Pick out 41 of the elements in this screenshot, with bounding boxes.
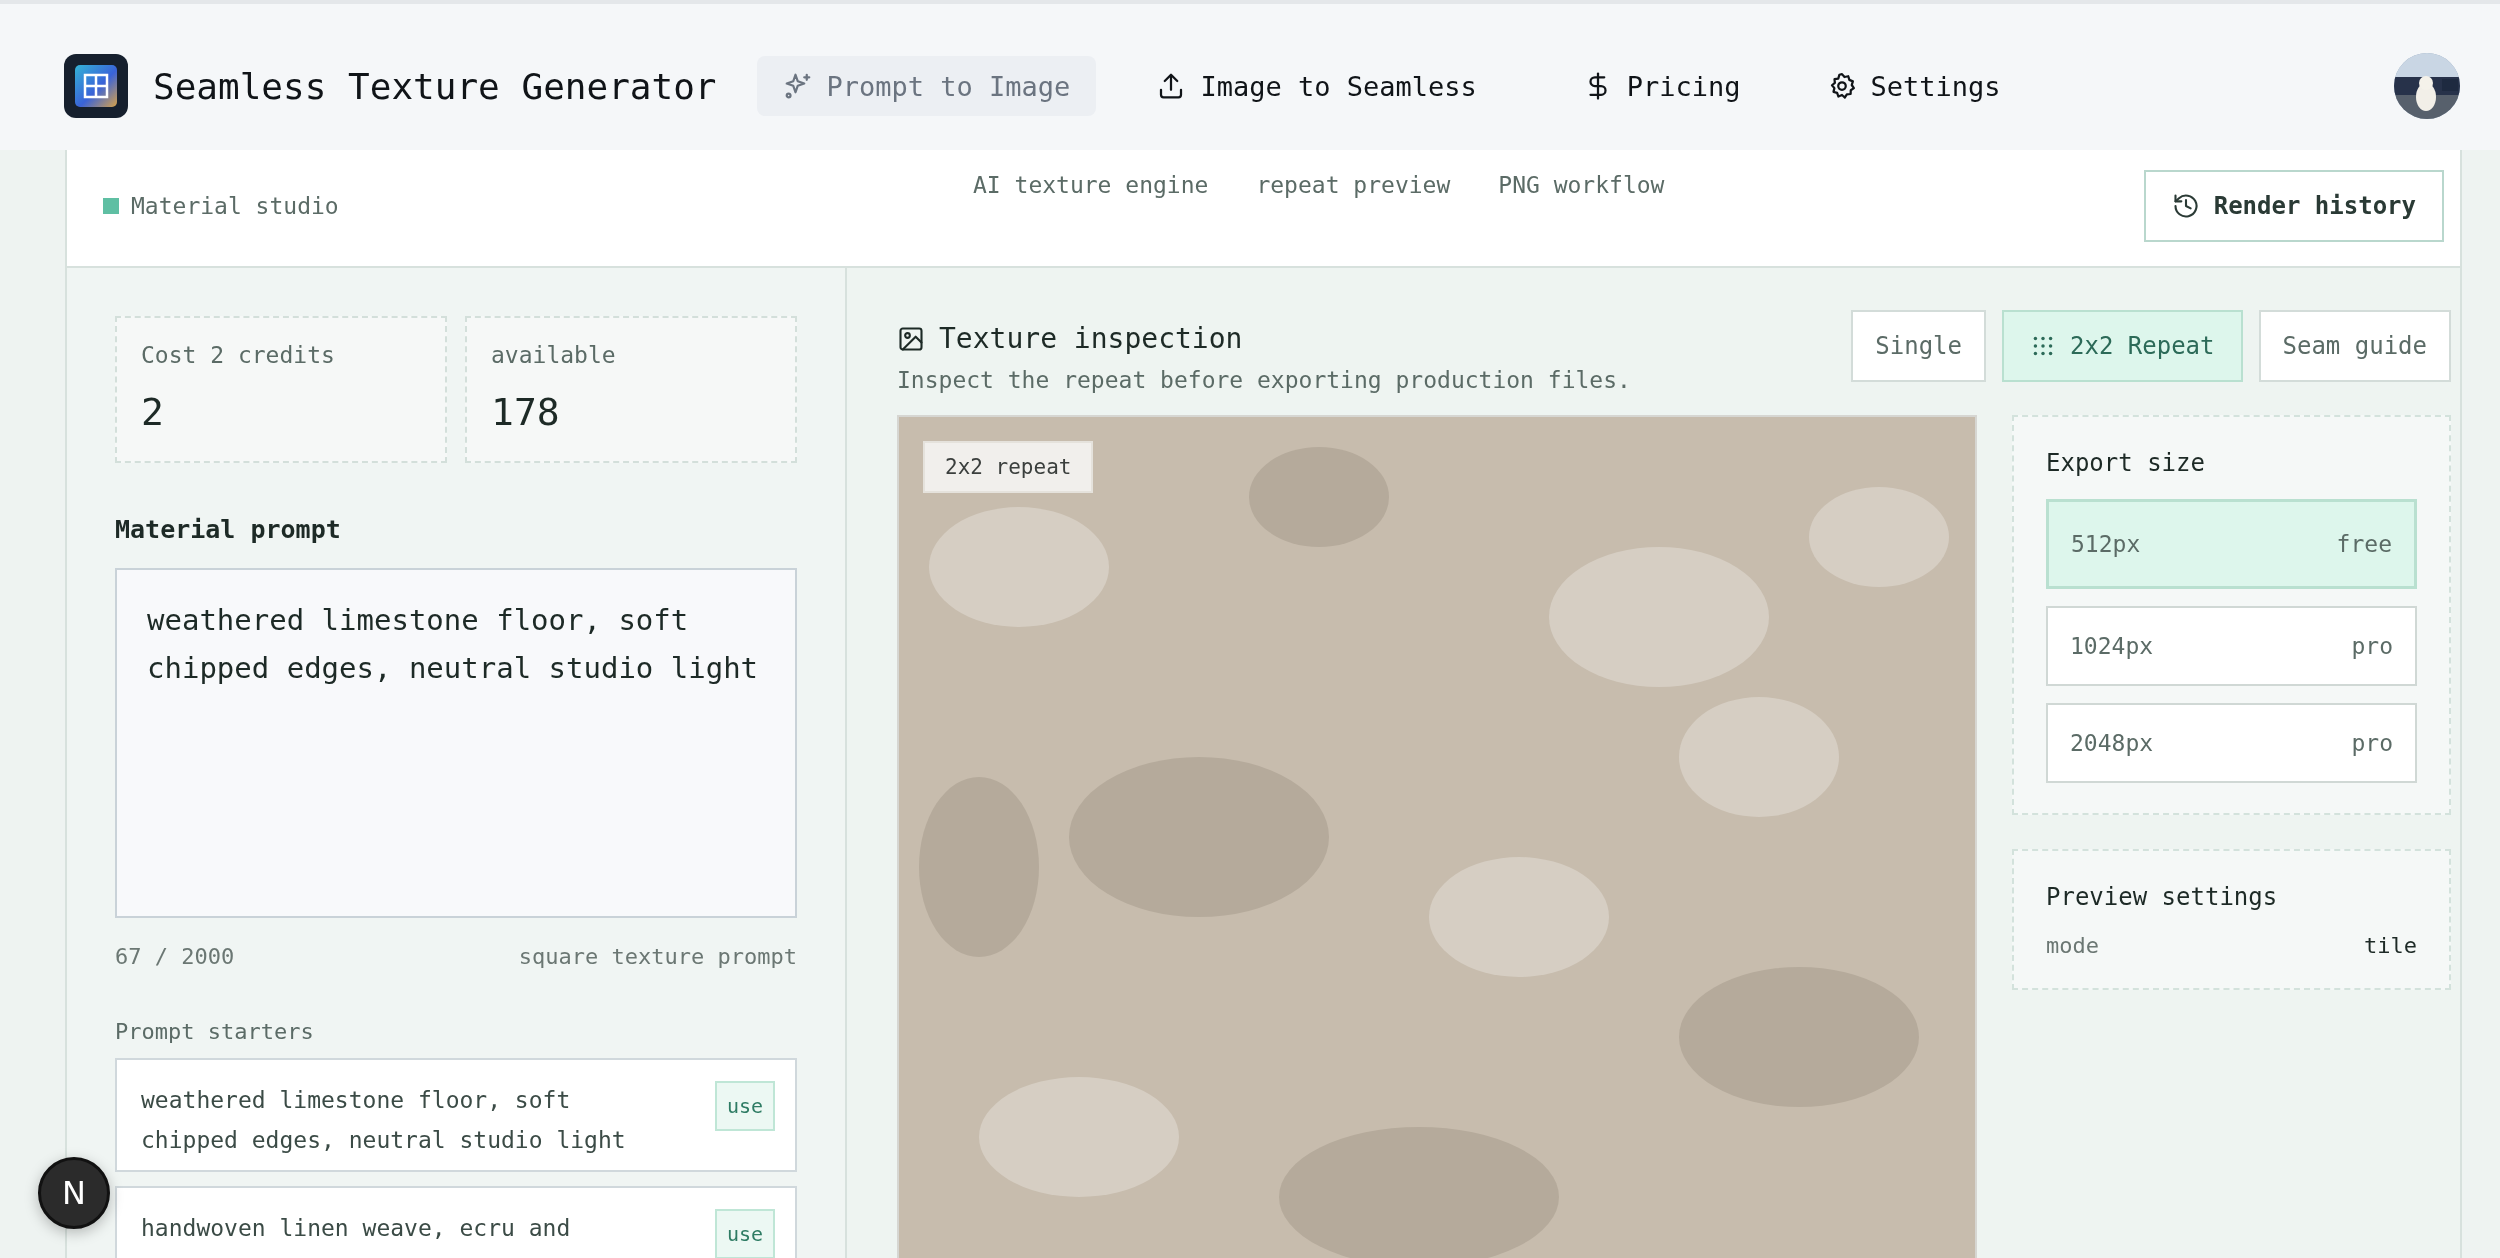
view-mode-button[interactable]: Seam guide — [2258, 310, 2451, 382]
use-button[interactable]: use — [714, 1081, 775, 1131]
feature-tag: repeat preview — [1256, 172, 1451, 198]
setting-value: tile — [2364, 933, 2417, 958]
card-title: Preview settings — [2046, 883, 2279, 911]
stat-value: 2 — [141, 390, 165, 434]
nav-tab[interactable]: Image to Seamless — [1130, 56, 1503, 116]
status-square — [103, 198, 119, 214]
view-mode-button[interactable]: 2x2 Repeat — [2002, 310, 2243, 382]
history-icon — [2171, 192, 2200, 220]
card-title: Export size — [2046, 449, 2206, 477]
app-logo[interactable] — [64, 54, 128, 118]
studio-label: Material studio — [131, 193, 339, 219]
stat-label: available — [491, 342, 617, 368]
dev-tools-button[interactable]: N — [38, 1157, 110, 1229]
prompt-field[interactable]: weathered limestone floor, soft chipped edges, neutral studio light — [115, 568, 797, 918]
nav-tab[interactable]: Prompt to Image — [756, 56, 1097, 116]
view-mode-button[interactable]: Single — [1851, 310, 1986, 382]
feature-tag: PNG workflow — [1498, 172, 1665, 198]
size-option[interactable]: 2048px pro — [2046, 703, 2417, 783]
feature-tag: AI texture engine — [973, 172, 1209, 198]
nav-tab[interactable]: Settings — [1800, 56, 2027, 116]
app-title: Seamless Texture Generator — [153, 65, 717, 107]
size-option[interactable]: 512px free — [2046, 499, 2417, 589]
section-subtitle: Inspect the repeat before exporting production files. — [897, 367, 1631, 393]
prompt-hint: square texture prompt — [518, 944, 797, 969]
stat-value: 178 — [491, 390, 561, 434]
character-counter: 67 / 2000 — [115, 944, 235, 969]
image-icon — [897, 324, 925, 353]
size-option[interactable]: 1024px pro — [2046, 606, 2417, 686]
stat-label: Cost 2 credits — [141, 342, 336, 368]
section-label: Prompt starters — [115, 1019, 315, 1044]
preview-tag: 2x2 repeat — [923, 441, 1094, 493]
setting-label: mode — [2046, 933, 2099, 958]
section-title: Texture inspection — [939, 322, 1243, 355]
starter-text: handwoven linen weave, ecru and — [141, 1214, 572, 1243]
field-label: Material prompt — [115, 515, 342, 544]
nav-tab[interactable]: Pricing — [1556, 56, 1767, 116]
starter-text: weathered limestone floor, soft chipped edges, neutral studio light — [141, 1086, 627, 1155]
use-button[interactable]: use — [714, 1209, 775, 1258]
render-history-button[interactable]: Render history — [2143, 170, 2444, 242]
